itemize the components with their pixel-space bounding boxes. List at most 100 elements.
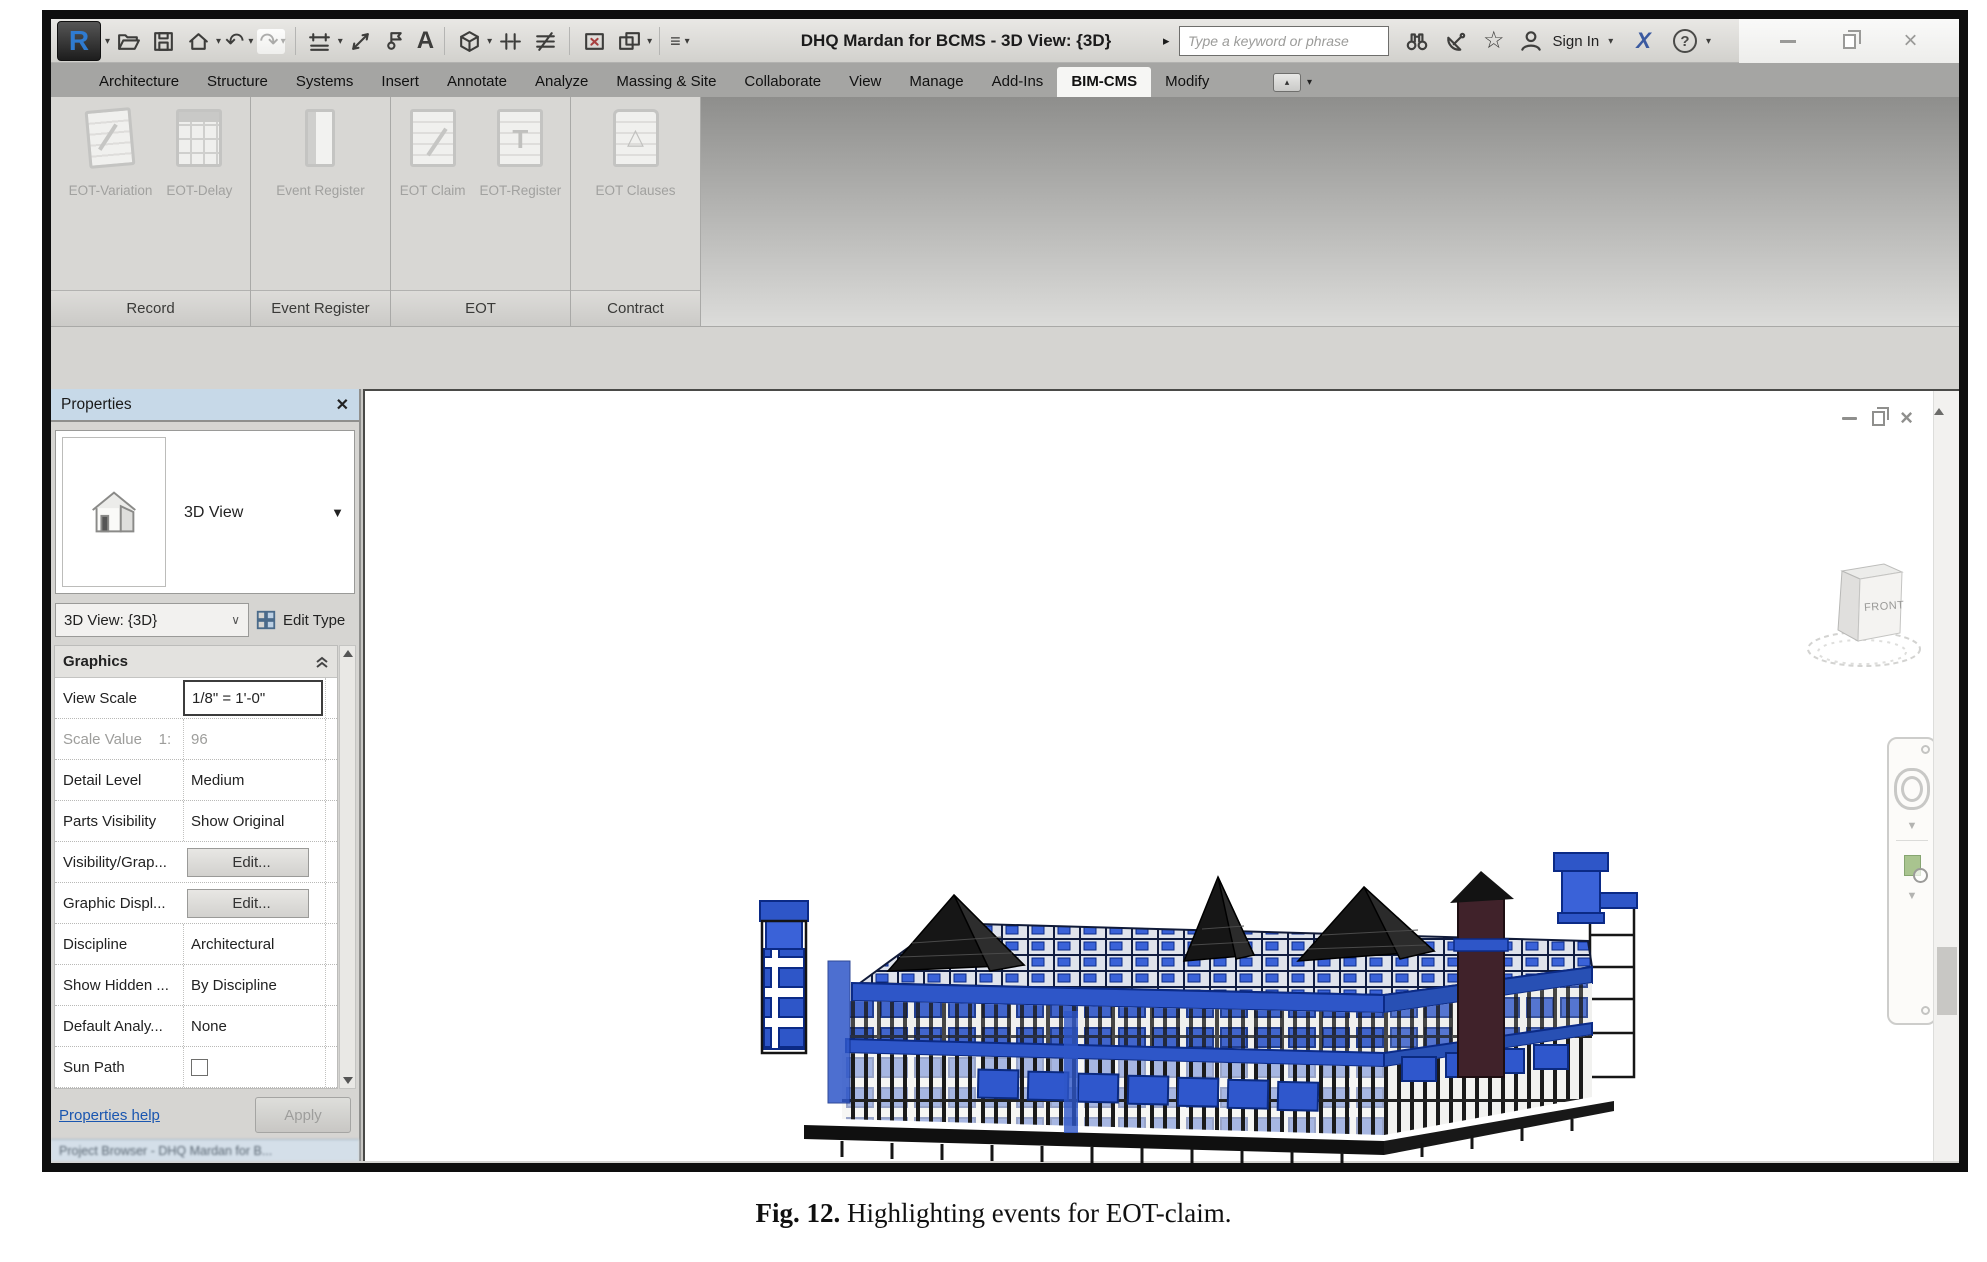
restore-icon[interactable] [1872,411,1885,426]
canvas-scrollbar[interactable] [1933,391,1959,1161]
application-menu-button[interactable]: R [57,21,101,61]
dropdown-caret-icon[interactable]: ▾ [216,36,221,47]
property-row[interactable]: Show Hidden ... By Discipline [55,965,337,1006]
wheel-caret-icon[interactable]: ▼ [1907,820,1918,832]
steering-wheel-icon[interactable] [1894,768,1930,810]
save-icon[interactable] [149,27,177,55]
ribbon-tab[interactable]: Systems [282,67,368,97]
navbar-pin-icon[interactable] [1921,1006,1930,1015]
sign-in-user-icon[interactable] [1517,27,1545,55]
ribbon-button[interactable]: EOT-Variation [62,97,160,290]
ribbon-tab[interactable]: Massing & Site [602,67,730,97]
aligned-dimension-icon[interactable] [347,27,375,55]
property-value[interactable]: Edit... [187,889,309,918]
default-3d-view-icon[interactable] [455,27,483,55]
edit-type-button[interactable]: Edit Type [255,599,357,641]
scroll-up-icon[interactable] [343,650,353,657]
dropdown-caret-icon[interactable]: ▾ [685,36,690,47]
scroll-down-icon[interactable] [343,1077,353,1084]
property-row[interactable]: Detail Level Medium [55,760,337,801]
ribbon-minimize-icon[interactable]: ▴ [1273,73,1301,92]
dropdown-caret-icon[interactable]: ▾ [647,36,652,47]
ribbon-tab[interactable]: Insert [367,67,433,97]
zoom-tool-icon[interactable] [1904,855,1921,876]
property-value[interactable]: Medium [183,760,325,800]
minimize-icon[interactable] [1780,40,1796,43]
undo-icon[interactable]: ↶ [225,30,244,53]
restore-icon[interactable] [1843,34,1856,49]
ribbon-button[interactable]: Event Register [269,97,372,290]
navbar-pin-icon[interactable] [1921,745,1930,754]
property-value[interactable]: None [183,1006,325,1046]
redo-icon[interactable]: ↷ [259,30,278,53]
property-value[interactable]: 96 [183,719,325,759]
help-caret-icon[interactable]: ▾ [1706,36,1711,47]
palette-scrollbar[interactable] [339,645,356,1089]
zoom-caret-icon[interactable]: ▼ [1907,890,1918,902]
search-binoculars-icon[interactable] [1403,27,1431,55]
property-value[interactable]: 1/8" = 1'-0" [183,680,323,716]
ribbon-tab[interactable]: Annotate [433,67,521,97]
dropdown-caret-icon[interactable]: ▾ [248,36,253,47]
dropdown-caret-icon[interactable]: ▾ [487,36,492,47]
ribbon-button[interactable]: EOT Clauses [588,97,682,290]
sign-in-label[interactable]: Sign In [1553,33,1600,50]
collapse-chevrons-icon[interactable] [315,655,329,669]
search-expander-icon[interactable]: ▸ [1163,33,1170,49]
ribbon-button[interactable]: EOT Claim [393,97,473,290]
drawing-area[interactable]: × FRONT ▼ ▼ [363,389,1959,1161]
thin-lines-icon[interactable] [531,27,559,55]
ribbon-tab[interactable]: Modify [1151,67,1223,97]
dropdown-caret-icon[interactable]: ▾ [338,36,343,47]
tag-icon[interactable] [382,27,410,55]
property-row[interactable]: Graphic Displ... Edit... [55,883,337,924]
dropdown-caret-icon[interactable]: ▾ [281,36,286,47]
property-value[interactable]: By Discipline [183,965,325,1005]
property-row[interactable]: Visibility/Grap... Edit... [55,842,337,883]
apply-button[interactable]: Apply [255,1097,351,1133]
favorites-icon[interactable]: ☆ [1483,29,1505,53]
ribbon-button[interactable]: EOT-Delay [159,97,239,290]
open-icon[interactable] [114,27,142,55]
properties-help-link[interactable]: Properties help [59,1107,160,1124]
exchange-apps-icon[interactable]: X [1636,28,1651,54]
minimize-icon[interactable] [1842,417,1857,420]
customize-quick-access-icon[interactable]: ≡ [670,32,681,50]
synchronize-icon[interactable] [184,27,212,55]
sign-in-caret-icon[interactable]: ▾ [1608,36,1613,47]
type-selector[interactable]: 3D View ▼ [55,430,355,594]
viewcube[interactable]: FRONT [1802,551,1932,681]
type-selector-caret-icon[interactable]: ▼ [331,505,344,520]
property-row[interactable]: Scale Value 1: 96 [55,719,337,760]
close-icon[interactable]: × [1900,407,1913,429]
search-input[interactable] [1179,26,1389,56]
help-icon[interactable]: ? [1673,29,1697,53]
close-icon[interactable]: ✕ [336,395,349,415]
instance-selector[interactable]: 3D View: {3D} ∨ [55,603,249,637]
property-row[interactable]: Sun Path [55,1047,337,1088]
property-value[interactable]: Show Original [183,801,325,841]
scrollbar-thumb[interactable] [1937,947,1957,1015]
app-menu-caret-icon[interactable]: ▾ [105,36,110,47]
ribbon-tab[interactable]: Add-Ins [978,67,1058,97]
ribbon-tab[interactable]: View [835,67,895,97]
text-icon[interactable]: A [417,29,434,53]
ribbon-tab[interactable]: Structure [193,67,282,97]
property-row[interactable]: View Scale 1/8" = 1'-0" [55,678,337,719]
ribbon-tab[interactable]: Architecture [85,67,193,97]
ribbon-tab[interactable]: Manage [895,67,977,97]
close-hidden-windows-icon[interactable] [580,27,608,55]
property-row[interactable]: Discipline Architectural [55,924,337,965]
property-row[interactable]: Default Analy... None [55,1006,337,1047]
property-value[interactable]: Edit... [187,848,309,877]
ribbon-tab[interactable]: BIM-CMS [1057,67,1151,97]
property-row[interactable]: Parts Visibility Show Original [55,801,337,842]
ribbon-minimize-caret-icon[interactable]: ▾ [1307,77,1312,88]
ribbon-tab[interactable]: Collaborate [730,67,835,97]
navigation-bar[interactable]: ▼ ▼ [1887,737,1937,1025]
property-value[interactable]: Architectural [183,924,325,964]
measure-icon[interactable] [306,27,334,55]
property-value[interactable] [183,1047,325,1087]
ribbon-tab[interactable]: Analyze [521,67,602,97]
ribbon-button[interactable]: EOT-Register [472,97,568,290]
